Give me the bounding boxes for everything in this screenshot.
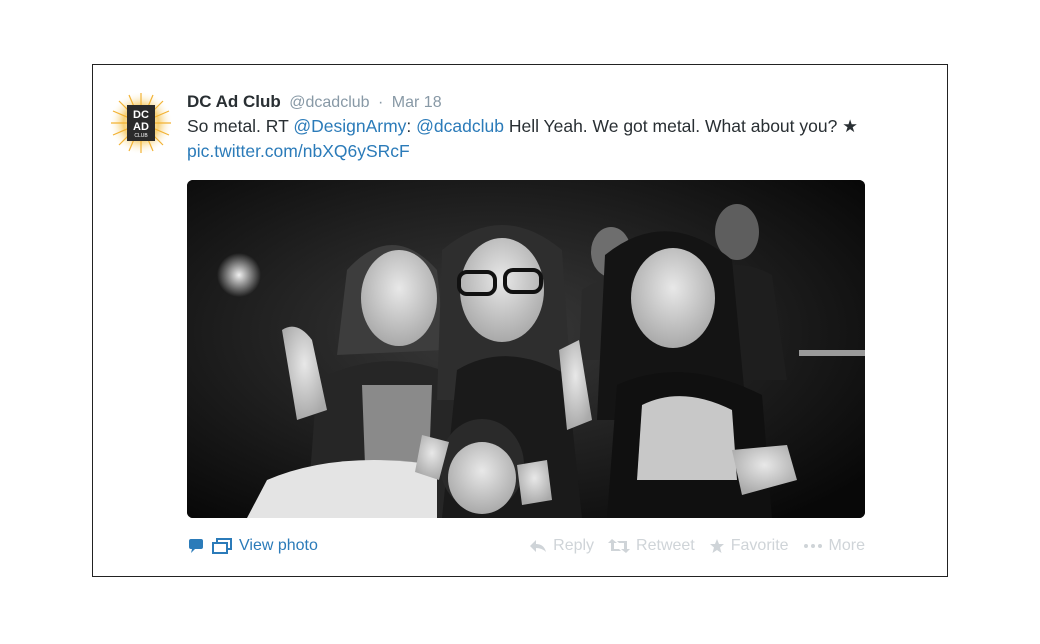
tweet-operations: Reply Retweet Favorite More <box>515 535 865 557</box>
dc-ad-club-logo-icon: DC AD CLUB <box>109 91 173 155</box>
photo-icon <box>212 538 232 554</box>
tweet-card: DC AD CLUB DC Ad Club @dcadclub · Mar 18… <box>92 64 948 577</box>
tweet-text-part: : <box>406 116 417 136</box>
group-photo-image <box>187 180 865 518</box>
reply-icon <box>530 540 547 552</box>
star-glyph: ★ <box>842 116 858 136</box>
view-photo-button[interactable]: View photo <box>187 535 318 557</box>
star-icon <box>709 539 724 553</box>
retweet-icon <box>608 539 631 553</box>
retweet-button[interactable]: Retweet <box>608 535 695 557</box>
tweet-photo[interactable] <box>187 180 865 518</box>
tweet-text-part: Hell Yeah. We got metal. What about you? <box>503 116 843 136</box>
timestamp[interactable]: Mar 18 <box>392 94 442 111</box>
more-dots-icon <box>803 544 822 548</box>
logo-text-ad: AD <box>133 121 149 133</box>
tweet-header: DC Ad Club @dcadclub · Mar 18 <box>187 91 442 113</box>
reply-button[interactable]: Reply <box>529 535 594 557</box>
pic-link[interactable]: pic.twitter.com/nbXQ6ySRcF <box>187 141 410 161</box>
view-photo-label: View photo <box>239 537 318 554</box>
retweet-label: Retweet <box>636 537 695 554</box>
logo-text-club: CLUB <box>134 133 148 139</box>
favorite-label: Favorite <box>730 537 789 554</box>
reply-label: Reply <box>553 537 595 554</box>
avatar[interactable]: DC AD CLUB <box>109 91 173 155</box>
more-button[interactable]: More <box>803 535 865 557</box>
more-label: More <box>828 537 865 554</box>
mention-link[interactable]: @DesignArmy <box>293 116 406 136</box>
mention-link[interactable]: @dcadclub <box>416 116 504 136</box>
logo-text-dc: DC <box>133 109 149 121</box>
tweet-actions: View photo Reply Retweet Favorite More <box>187 535 865 557</box>
speech-bubble-icon <box>189 539 203 553</box>
tweet-text: So metal. RT @DesignArmy: @dcadclub Hell… <box>187 114 867 164</box>
tweet-text-part: So metal. RT <box>187 116 294 136</box>
favorite-button[interactable]: Favorite <box>709 535 789 557</box>
display-name[interactable]: DC Ad Club <box>187 92 281 111</box>
username[interactable]: @dcadclub <box>289 94 369 111</box>
separator-dot: · <box>378 94 384 111</box>
